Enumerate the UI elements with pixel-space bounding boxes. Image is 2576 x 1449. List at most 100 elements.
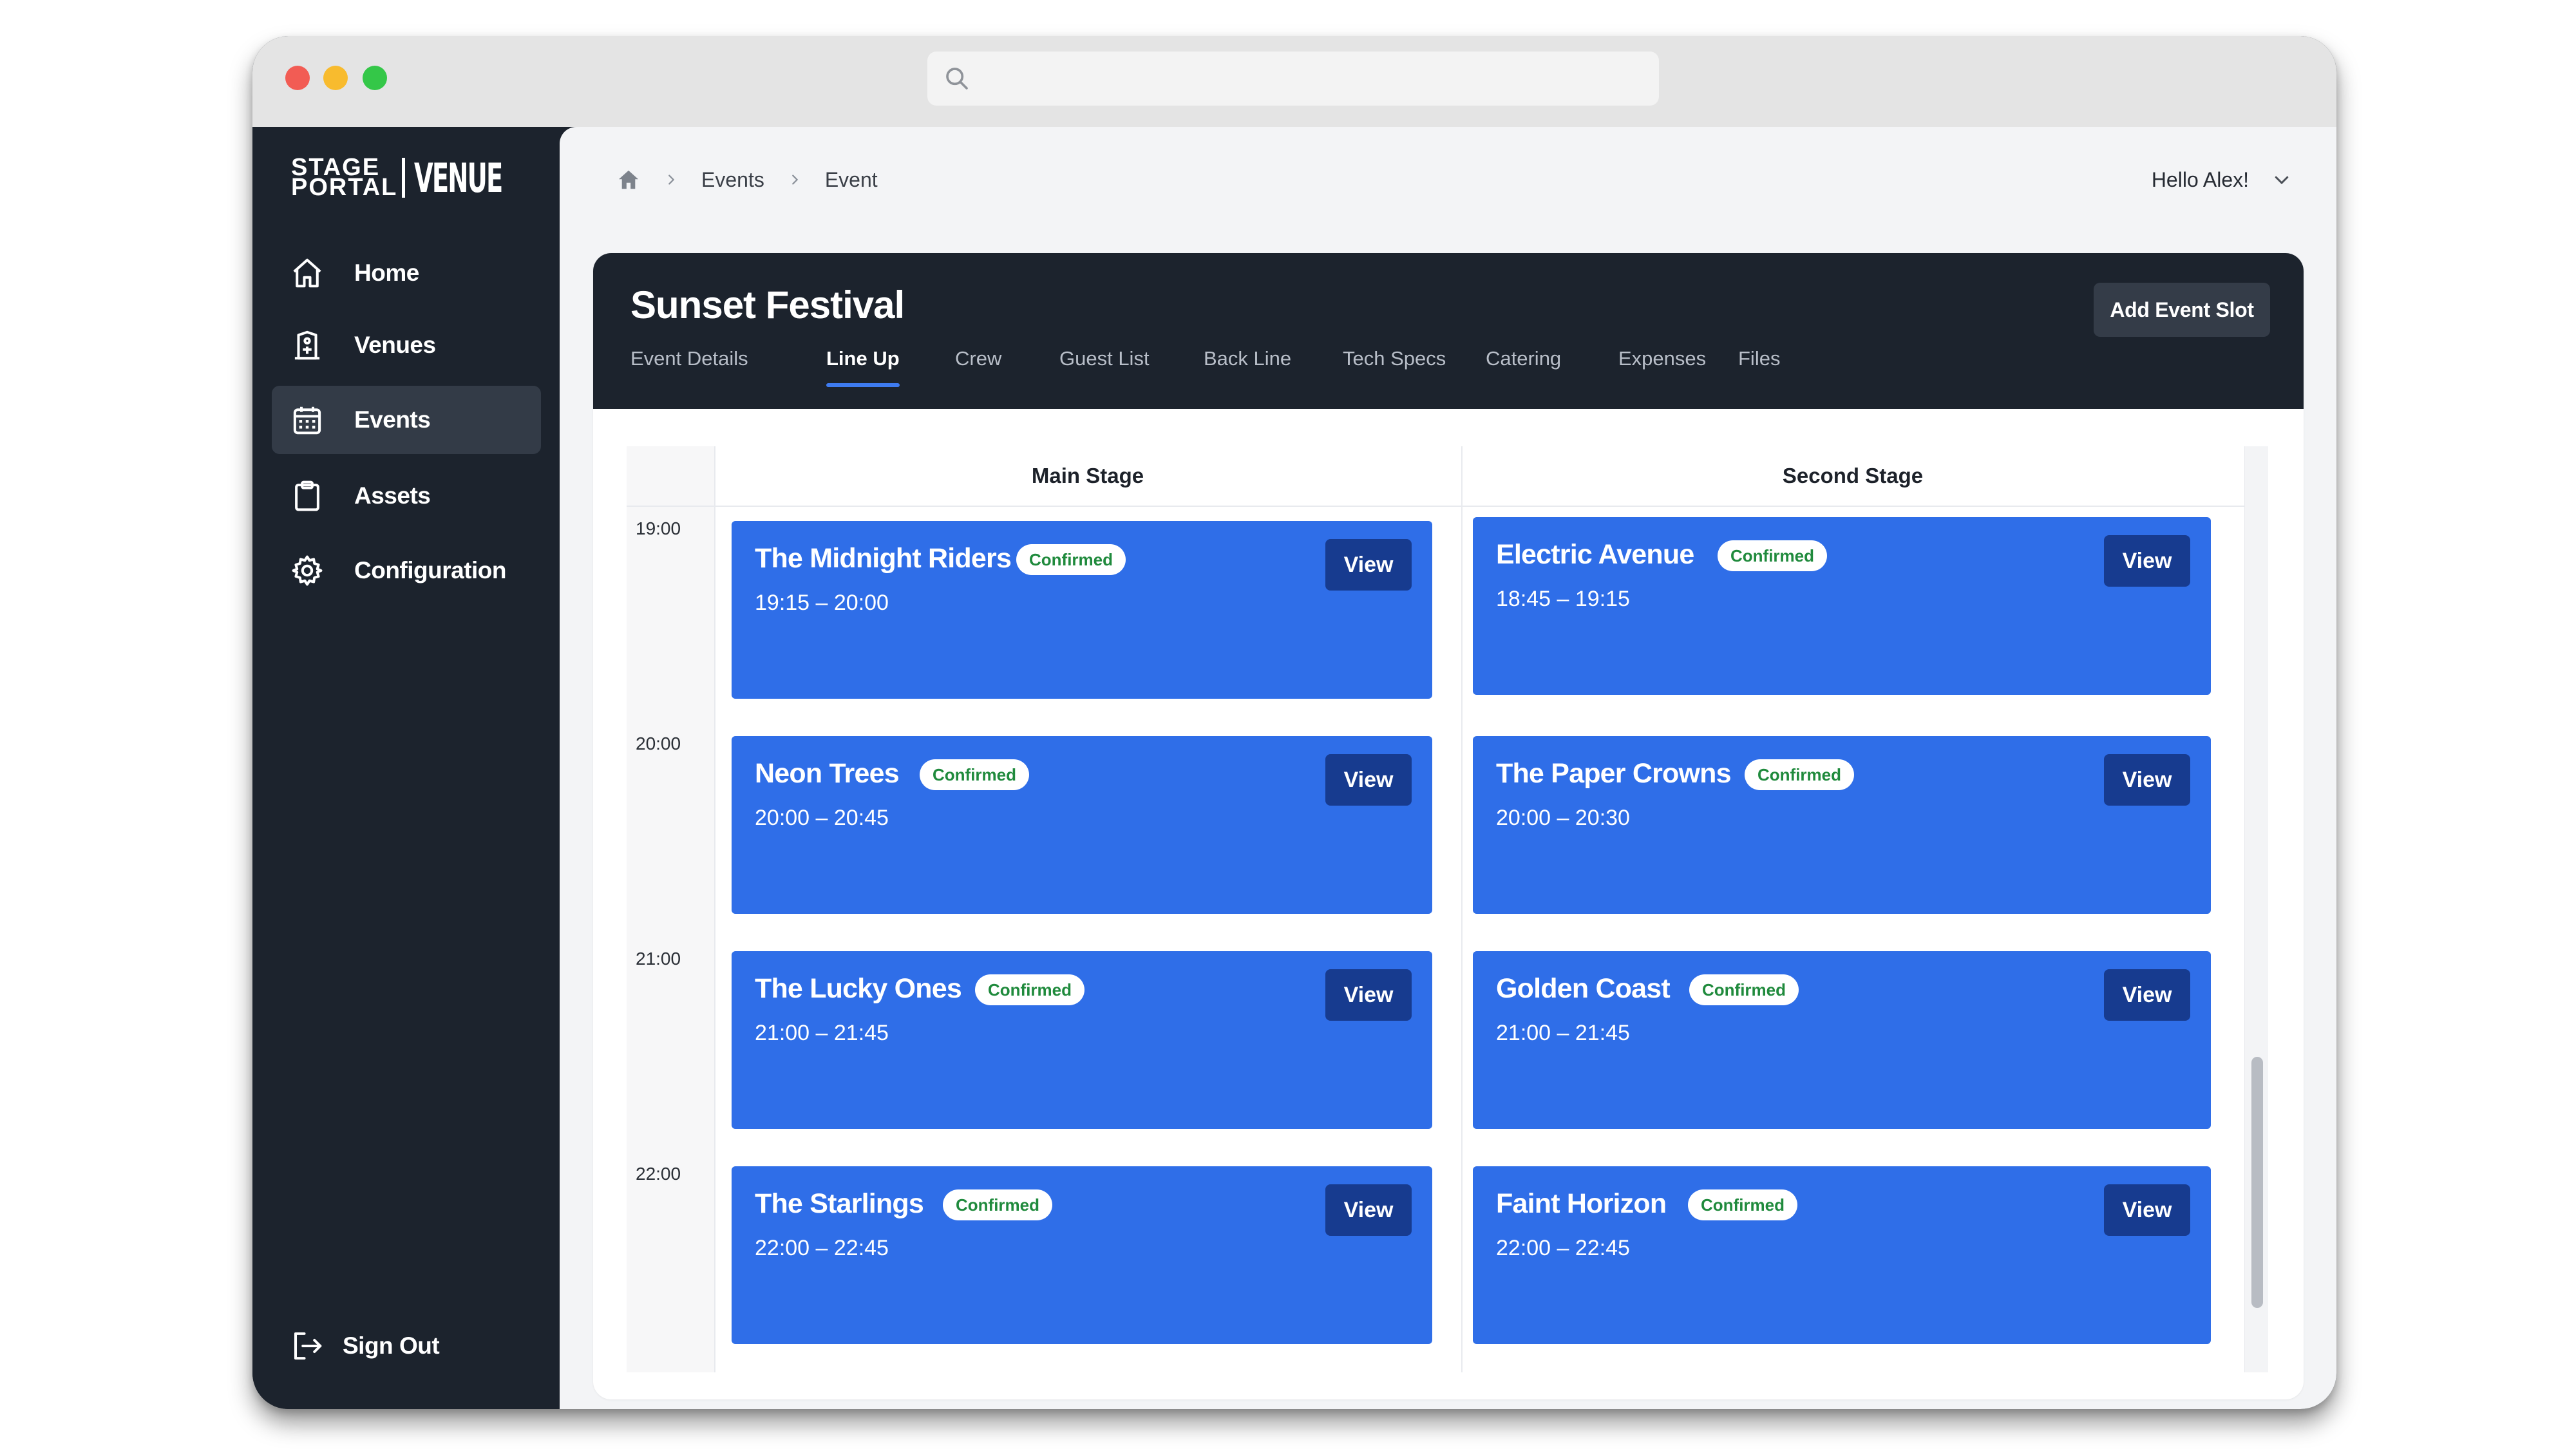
clipboard-icon bbox=[295, 480, 319, 511]
active-tab-indicator bbox=[826, 383, 900, 387]
slot-time: 21:00 – 21:45 bbox=[1496, 1021, 1630, 1045]
sidebar-item-home[interactable]: Home bbox=[272, 239, 541, 307]
time-label: 21:00 bbox=[636, 949, 681, 969]
view-button[interactable]: View bbox=[2104, 754, 2190, 806]
status-badge: Confirmed bbox=[1016, 544, 1126, 575]
event-slot[interactable]: The Midnight Riders Confirmed 19:15 – 20… bbox=[732, 521, 1432, 699]
sidebar-item-configuration[interactable]: Configuration bbox=[272, 536, 541, 605]
event-slot[interactable]: Electric Avenue Confirmed 18:45 – 19:15 … bbox=[1473, 517, 2211, 695]
tab-back-line[interactable]: Back Line bbox=[1204, 347, 1291, 370]
event-slot[interactable]: The Lucky Ones Confirmed 21:00 – 21:45 V… bbox=[732, 951, 1432, 1129]
minimize-window-button[interactable] bbox=[323, 66, 348, 90]
tab-catering[interactable]: Catering bbox=[1486, 347, 1561, 370]
status-badge: Confirmed bbox=[920, 759, 1029, 790]
sidebar-item-label: Configuration bbox=[354, 557, 507, 583]
page-title: Sunset Festival bbox=[630, 283, 905, 327]
grid-line bbox=[714, 446, 715, 1372]
view-button[interactable]: View bbox=[1325, 754, 1412, 806]
tab-guest-list[interactable]: Guest List bbox=[1059, 347, 1150, 370]
view-button[interactable]: View bbox=[2104, 535, 2190, 587]
sidebar-item-assets[interactable]: Assets bbox=[272, 462, 541, 530]
time-label: 20:00 bbox=[636, 734, 681, 753]
home-icon bbox=[293, 258, 321, 288]
tab-tech-specs[interactable]: Tech Specs bbox=[1343, 347, 1446, 370]
sidebar-item-label: Home bbox=[354, 260, 419, 286]
close-window-button[interactable] bbox=[285, 66, 310, 90]
event-slot[interactable]: Faint Horizon Confirmed 22:00 – 22:45 Vi… bbox=[1473, 1166, 2211, 1344]
slot-artist-name: The Starlings bbox=[755, 1188, 924, 1219]
slot-artist-name: Golden Coast bbox=[1496, 973, 1671, 1004]
user-greeting: Hello Alex! bbox=[2151, 167, 2249, 191]
grid-line bbox=[627, 506, 2244, 507]
slot-artist-name: The Paper Crowns bbox=[1496, 758, 1732, 789]
title-bar bbox=[252, 36, 2336, 127]
calendar-icon bbox=[293, 406, 321, 435]
slot-time: 21:00 – 21:45 bbox=[755, 1021, 889, 1045]
time-column bbox=[627, 446, 714, 1372]
sign-out-icon bbox=[294, 1332, 322, 1360]
sidebar-item-venues[interactable]: Venues bbox=[272, 311, 541, 379]
gear-icon bbox=[292, 555, 323, 586]
event-slot[interactable]: The Paper Crowns Confirmed 20:00 – 20:30… bbox=[1473, 736, 2211, 914]
view-button[interactable]: View bbox=[1325, 1184, 1412, 1236]
scrollbar-thumb[interactable] bbox=[2251, 1057, 2263, 1308]
slot-time: 18:45 – 19:15 bbox=[1496, 587, 1630, 611]
view-button[interactable]: View bbox=[2104, 1184, 2190, 1236]
slot-time: 19:15 – 20:00 bbox=[755, 591, 889, 615]
event-slot[interactable]: Golden Coast Confirmed 21:00 – 21:45 Vie… bbox=[1473, 951, 2211, 1129]
add-event-slot-button[interactable]: Add Event Slot bbox=[2094, 283, 2270, 337]
chevron-right-icon bbox=[791, 175, 799, 185]
slot-artist-name: Neon Trees bbox=[755, 758, 900, 789]
sidebar-item-label: Assets bbox=[354, 482, 431, 509]
tab-event-details[interactable]: Event Details bbox=[630, 347, 748, 370]
status-badge: Confirmed bbox=[1745, 759, 1854, 790]
status-badge: Confirmed bbox=[975, 974, 1084, 1005]
view-button[interactable]: View bbox=[1325, 539, 1412, 591]
event-slot[interactable]: Neon Trees Confirmed 20:00 – 20:45 View bbox=[732, 736, 1432, 914]
tab-expenses[interactable]: Expenses bbox=[1618, 347, 1706, 370]
time-label: 22:00 bbox=[636, 1164, 681, 1184]
event-slot[interactable]: The Starlings Confirmed 22:00 – 22:45 Vi… bbox=[732, 1166, 1432, 1344]
chevron-down-icon bbox=[2275, 176, 2289, 185]
slot-time: 20:00 – 20:30 bbox=[1496, 806, 1630, 830]
main-content: Events Event Hello Alex! Sunset Festival… bbox=[560, 127, 2336, 1409]
search-input[interactable] bbox=[927, 52, 1659, 106]
user-menu[interactable]: Hello Alex! bbox=[2152, 160, 2291, 199]
sign-out-button[interactable]: Sign Out bbox=[272, 1312, 541, 1380]
tab-files[interactable]: Files bbox=[1738, 347, 1780, 370]
breadcrumb-event: Event bbox=[824, 167, 878, 191]
breadcrumb-events[interactable]: Events bbox=[701, 168, 764, 192]
slot-time: 22:00 – 22:45 bbox=[1496, 1236, 1630, 1260]
logo-venue: VENUE bbox=[414, 154, 503, 202]
sidebar-item-label: Venues bbox=[354, 332, 436, 358]
stage-header-second: Second Stage bbox=[1782, 464, 1924, 488]
tab-line-up[interactable]: Line Up bbox=[826, 347, 900, 370]
slot-artist-name: The Lucky Ones bbox=[755, 973, 962, 1004]
lineup-schedule: Main Stage Second Stage 19:00 20:00 21:0… bbox=[627, 446, 2268, 1372]
logo-stage-portal: STAGE PORTAL bbox=[291, 154, 398, 201]
logo-divider bbox=[402, 158, 405, 198]
status-badge: Confirmed bbox=[1718, 540, 1827, 571]
status-badge: Confirmed bbox=[1689, 974, 1799, 1005]
event-card: Sunset Festival Add Event Slot Event Det… bbox=[593, 253, 2304, 1399]
event-header: Sunset Festival Add Event Slot Event Det… bbox=[593, 253, 2304, 409]
brand-logo[interactable]: STAGE PORTAL VENUE bbox=[291, 154, 556, 202]
home-icon[interactable] bbox=[616, 167, 641, 192]
status-badge: Confirmed bbox=[1688, 1189, 1797, 1220]
tab-crew[interactable]: Crew bbox=[955, 347, 1001, 370]
app-window: STAGE PORTAL VENUE Home Venues Events As… bbox=[252, 36, 2336, 1409]
chevron-right-icon bbox=[668, 175, 675, 185]
slot-artist-name: Faint Horizon bbox=[1496, 1188, 1667, 1219]
slot-artist-name: The Midnight Riders bbox=[755, 543, 1012, 574]
view-button[interactable]: View bbox=[1325, 969, 1412, 1021]
maximize-window-button[interactable] bbox=[363, 66, 387, 90]
sidebar-item-events[interactable]: Events bbox=[272, 386, 541, 454]
sign-out-label: Sign Out bbox=[343, 1332, 440, 1359]
stage-header-main: Main Stage bbox=[1031, 464, 1144, 488]
sidebar-item-label: Events bbox=[354, 406, 431, 433]
grid-line bbox=[1461, 446, 1463, 1372]
view-button[interactable]: View bbox=[2104, 969, 2190, 1021]
breadcrumb: Events Event bbox=[616, 160, 878, 199]
slot-time: 22:00 – 22:45 bbox=[755, 1236, 889, 1260]
slot-time: 20:00 – 20:45 bbox=[755, 806, 889, 830]
